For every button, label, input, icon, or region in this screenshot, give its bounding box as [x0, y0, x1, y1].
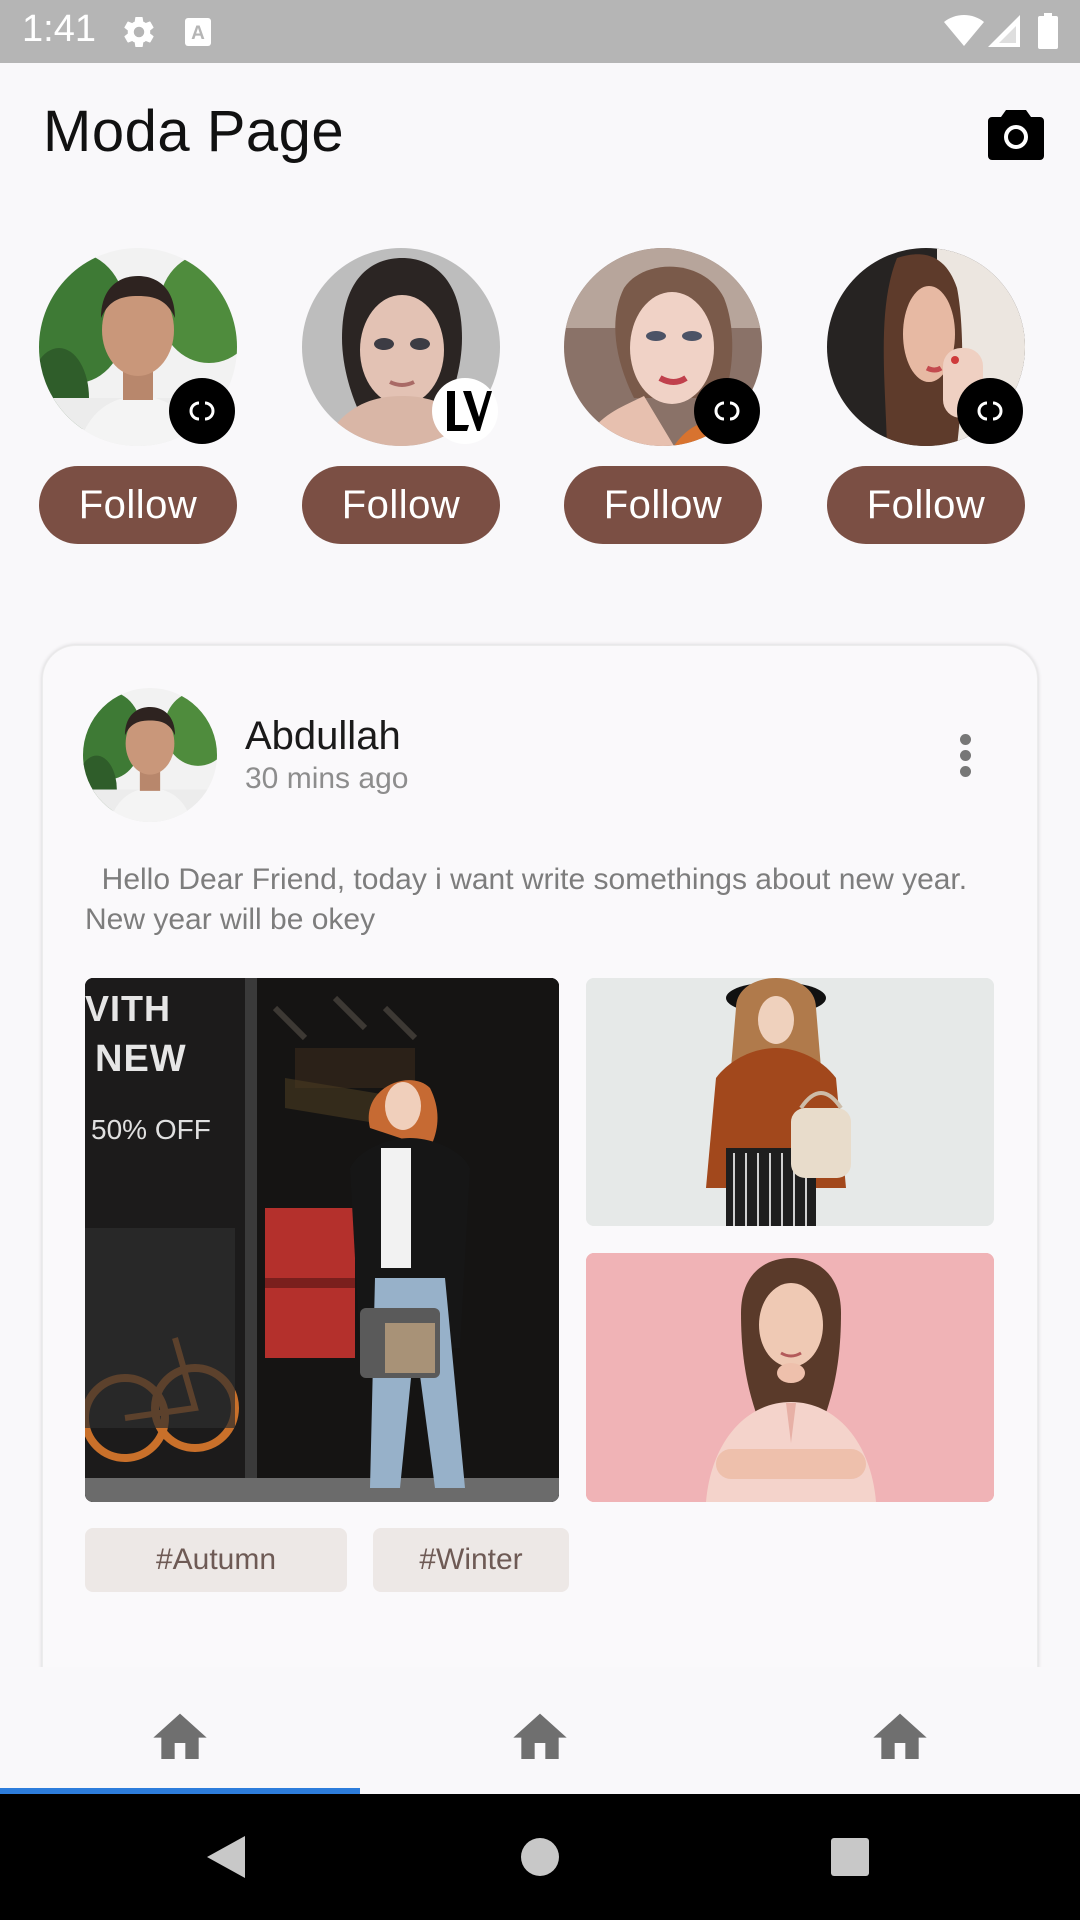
lv-logo-icon — [432, 378, 498, 444]
text-icon: A — [185, 18, 211, 46]
author-avatar[interactable] — [83, 688, 217, 822]
page-title: Moda Page — [43, 99, 345, 164]
follow-button[interactable]: Follow — [827, 466, 1025, 544]
chanel-logo-icon — [694, 378, 760, 444]
tag-winter[interactable]: #Winter — [373, 1528, 569, 1592]
recents-button[interactable] — [790, 1794, 910, 1920]
back-button[interactable] — [166, 1794, 286, 1920]
tag-autumn[interactable]: #Autumn — [85, 1528, 347, 1592]
system-nav-bar — [0, 1794, 1080, 1920]
home-system-button[interactable] — [480, 1794, 600, 1920]
home-icon — [153, 1713, 207, 1759]
svg-text:A: A — [191, 23, 205, 44]
circle-home-icon — [521, 1838, 559, 1876]
camera-icon — [988, 110, 1044, 160]
more-options-button[interactable] — [951, 732, 981, 780]
post-photo[interactable] — [586, 978, 994, 1226]
sale-overlay-line-3: 50% OFF — [91, 1114, 211, 1145]
follow-button[interactable]: Follow — [302, 466, 500, 544]
follow-button[interactable]: Follow — [564, 466, 762, 544]
sale-overlay-line-1: VITH — [85, 988, 172, 1029]
home-icon — [513, 1713, 567, 1759]
battery-icon — [1038, 13, 1058, 49]
more-vert-icon — [960, 734, 971, 745]
wifi-icon — [944, 15, 984, 46]
chanel-logo-icon — [957, 378, 1023, 444]
status-time: 1:41 — [22, 8, 96, 50]
recents-icon — [831, 1838, 869, 1876]
nav-home-2[interactable] — [360, 1667, 720, 1794]
follow-button[interactable]: Follow — [39, 466, 237, 544]
post-card: Abdullah 30 mins ago Hello Dear Friend, … — [42, 645, 1038, 1675]
camera-button[interactable] — [988, 108, 1044, 160]
bottom-nav — [0, 1667, 1080, 1794]
post-timestamp: 30 mins ago — [245, 762, 409, 795]
home-icon — [873, 1713, 927, 1759]
signal-icon — [988, 15, 1020, 47]
sale-overlay-line-2: NEW — [95, 1038, 187, 1080]
post-text: Hello Dear Friend, today i want write so… — [85, 863, 976, 936]
status-bar: 1:41 A — [0, 0, 1080, 63]
post-photo[interactable]: VITH NEW 50% OFF — [85, 978, 559, 1502]
post-author[interactable]: Abdullah — [245, 714, 401, 759]
nav-home-1[interactable] — [0, 1667, 360, 1794]
settings-icon — [124, 17, 154, 48]
back-icon — [207, 1836, 245, 1878]
chanel-logo-icon — [169, 378, 235, 444]
post-photo[interactable] — [586, 1253, 994, 1502]
nav-home-3[interactable] — [720, 1667, 1080, 1794]
